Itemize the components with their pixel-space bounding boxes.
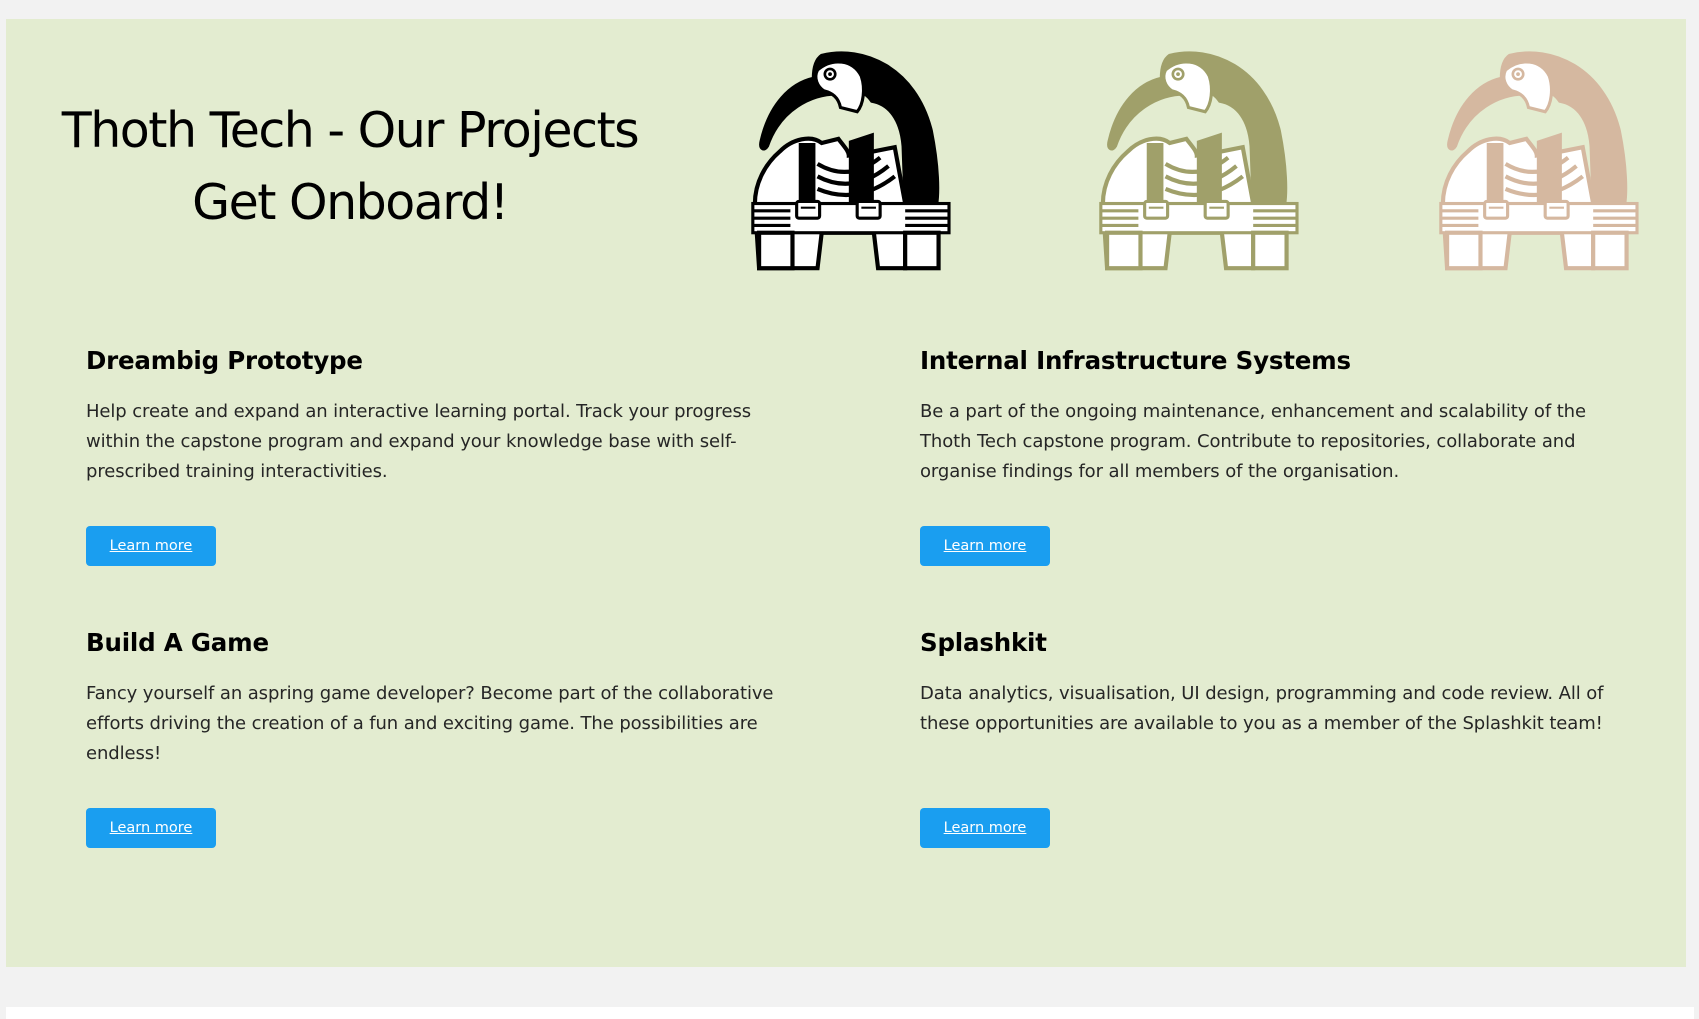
project-description: Data analytics, visualisation, UI design… [920, 683, 1604, 734]
page-title: Thoth Tech - Our Projects Get Onboard! [30, 95, 670, 239]
project-title: Dreambig Prototype [86, 346, 363, 375]
project-title: Internal Infrastructure Systems [920, 346, 1351, 375]
project-title: Splashkit [920, 628, 1047, 657]
title-line-2: Get Onboard! [192, 174, 509, 231]
title-line-1: Thoth Tech - Our Projects [61, 102, 640, 159]
thoth-logo-olive [1096, 47, 1306, 287]
learn-more-button[interactable]: Learn more [920, 526, 1050, 566]
project-infrastructure: Internal Infrastructure Systems Be a par… [920, 345, 1620, 566]
project-dreambig: Dreambig Prototype Help create and expan… [86, 345, 786, 566]
footer-edge [6, 1007, 1694, 1019]
project-description: Help create and expand an interactive le… [86, 401, 752, 482]
thoth-logo-tan [1436, 47, 1646, 287]
learn-more-button[interactable]: Learn more [86, 808, 216, 848]
project-build-a-game: Build A Game Fancy yourself an aspring g… [86, 627, 786, 848]
thoth-logo-black [748, 47, 958, 287]
project-description: Be a part of the ongoing maintenance, en… [920, 401, 1586, 482]
learn-more-button[interactable]: Learn more [920, 808, 1050, 848]
project-description: Fancy yourself an aspring game developer… [86, 683, 774, 764]
project-title: Build A Game [86, 628, 269, 657]
project-splashkit: Splashkit Data analytics, visualisation,… [920, 627, 1620, 848]
learn-more-button[interactable]: Learn more [86, 526, 216, 566]
